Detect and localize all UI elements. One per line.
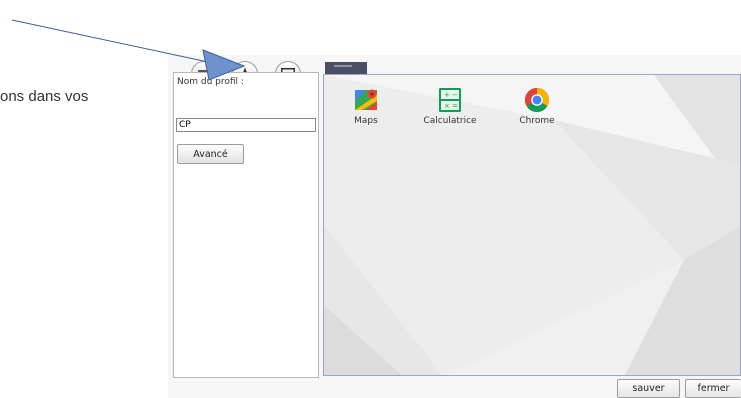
advanced-button[interactable]: Avancé — [177, 144, 244, 164]
svg-text:=: = — [452, 102, 458, 110]
calculator-icon: + − × = — [439, 88, 461, 112]
save-button[interactable]: sauver — [617, 379, 680, 398]
svg-text:×: × — [444, 102, 450, 110]
preview-tab-handle — [334, 65, 352, 67]
svg-text:−: − — [452, 91, 458, 99]
preview-tab[interactable] — [325, 62, 367, 74]
app-maps[interactable]: Maps — [331, 87, 401, 126]
app-label: Chrome — [519, 116, 555, 126]
app-calculator[interactable]: + − × = Calculatrice — [415, 87, 485, 126]
app-label: Calculatrice — [423, 116, 477, 126]
profile-name-label: Nom du profil : — [177, 77, 244, 87]
chrome-icon — [524, 88, 550, 113]
svg-text:+: + — [444, 91, 450, 99]
close-button[interactable]: fermer — [685, 379, 741, 398]
profile-panel: Nom du profil : Avancé — [173, 72, 319, 378]
background-text: ons dans vos — [0, 88, 89, 105]
app-label: Maps — [354, 116, 378, 126]
maps-icon — [355, 89, 377, 110]
profile-name-input[interactable] — [176, 118, 316, 132]
app-chrome[interactable]: Chrome — [502, 87, 572, 126]
launcher-preview: Maps + − × = Calculatrice Chrome — [323, 74, 741, 376]
